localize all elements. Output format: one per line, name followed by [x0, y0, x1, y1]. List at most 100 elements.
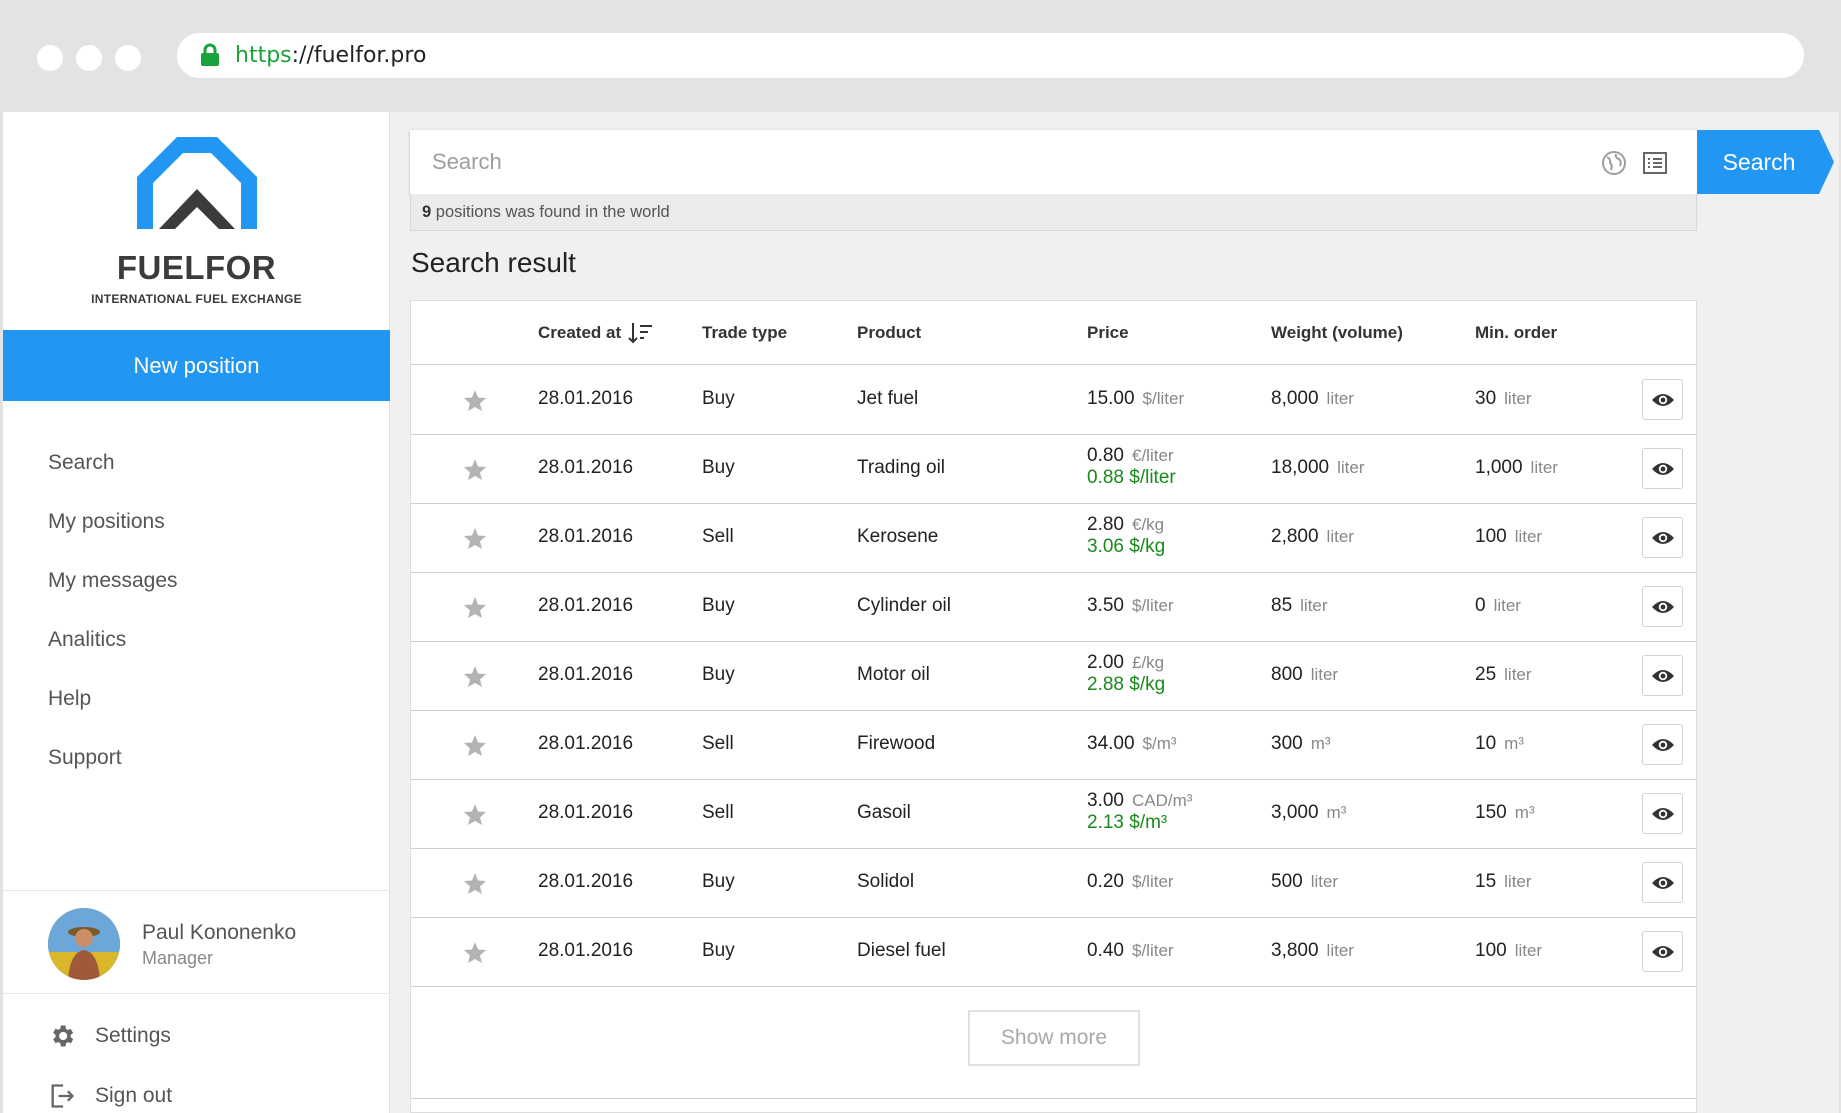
eye-icon — [1652, 946, 1674, 958]
table-row: 28.01.2016 Buy Cylinder oil 3.50 $/liter 85 li… — [411, 573, 1696, 642]
weight-unit: liter — [1326, 527, 1354, 546]
cell-product: Motor oil — [857, 664, 930, 685]
col-created-at[interactable]: Created at — [538, 323, 621, 343]
price-value: 15.00 — [1087, 388, 1135, 409]
weight-unit: liter — [1326, 389, 1354, 408]
sidebar-item-support[interactable]: Support — [3, 728, 390, 787]
price-unit: $/liter — [1131, 596, 1174, 615]
min-order-value: 10 — [1475, 733, 1497, 754]
min-order-unit: liter — [1493, 596, 1521, 615]
weight-value: 500 — [1271, 871, 1303, 892]
weight-value: 18,000 — [1271, 457, 1330, 478]
star-icon[interactable] — [463, 527, 487, 550]
min-order-unit: liter — [1504, 389, 1532, 408]
min-order-unit: liter — [1530, 458, 1558, 477]
sidebar-item-my-messages[interactable]: My messages — [3, 551, 390, 610]
user-profile[interactable]: Paul Kononenko Manager — [3, 890, 390, 994]
view-button[interactable] — [1642, 862, 1683, 903]
min-order-value: 100 — [1475, 940, 1507, 961]
eye-icon — [1652, 601, 1674, 613]
table-row: 28.01.2016 Buy Trading oil 0.80 €/liter 0.88 … — [411, 435, 1696, 504]
price-unit: €/liter — [1131, 446, 1174, 465]
cell-weight: 300 m³ — [1271, 733, 1331, 755]
star-icon[interactable] — [463, 872, 487, 895]
converted-price: 2.13 $/m³ — [1087, 812, 1168, 833]
search-input[interactable] — [432, 144, 1582, 180]
price-value: 34.00 — [1087, 733, 1135, 754]
price-unit: $/m³ — [1142, 734, 1177, 753]
star-icon[interactable] — [463, 803, 487, 826]
sign-out-link[interactable]: Sign out — [48, 1078, 348, 1113]
view-button[interactable] — [1642, 931, 1683, 972]
sort-descending-icon[interactable] — [627, 321, 653, 345]
cell-price: 2.80 €/kg 3.06 $/kg — [1087, 514, 1165, 558]
view-button[interactable] — [1642, 517, 1683, 558]
sidebar-item-help[interactable]: Help — [3, 669, 390, 728]
star-icon[interactable] — [463, 734, 487, 757]
cell-weight: 3,800 liter — [1271, 940, 1354, 962]
price-value: 2.00 — [1087, 652, 1124, 673]
star-icon[interactable] — [463, 458, 487, 481]
eye-icon — [1652, 877, 1674, 889]
sidebar-item-analitics[interactable]: Analitics — [3, 610, 390, 669]
results-table: Created at Trade type Product Price Weig… — [410, 300, 1697, 1113]
col-product[interactable]: Product — [857, 323, 921, 343]
cell-trade-type: Buy — [702, 664, 735, 685]
window-dot-2 — [76, 45, 102, 71]
star-icon[interactable] — [463, 389, 487, 412]
view-button[interactable] — [1642, 724, 1683, 765]
col-weight[interactable]: Weight (volume) — [1271, 323, 1403, 343]
col-min-order[interactable]: Min. order — [1475, 323, 1557, 343]
browser-chrome: https://fuelfor.pro — [0, 0, 1841, 112]
cell-min-order: 1,000 liter — [1475, 457, 1558, 479]
search-button[interactable]: Search — [1697, 130, 1834, 194]
address-bar[interactable]: https://fuelfor.pro — [177, 33, 1804, 78]
cell-min-order: 150 m³ — [1475, 802, 1535, 824]
col-price[interactable]: Price — [1087, 323, 1129, 343]
logo[interactable]: FUELFOR INTERNATIONAL FUEL EXCHANGE — [3, 137, 390, 306]
sidebar-item-search[interactable]: Search — [3, 433, 390, 492]
price-value: 0.80 — [1087, 445, 1124, 466]
cell-date: 28.01.2016 — [538, 526, 634, 547]
avatar[interactable] — [48, 908, 120, 980]
view-button[interactable] — [1642, 586, 1683, 627]
min-order-value: 150 — [1475, 802, 1507, 823]
list-view-icon[interactable] — [1642, 150, 1668, 176]
new-position-button[interactable]: New position — [3, 330, 390, 401]
star-icon[interactable] — [463, 596, 487, 619]
search-button-label: Search — [1722, 149, 1796, 175]
eye-icon — [1652, 532, 1674, 544]
table-row: 28.01.2016 Buy Solidol 0.20 $/liter 500 liter 1… — [411, 849, 1696, 918]
cell-weight: 85 liter — [1271, 595, 1328, 617]
table-header: Created at Trade type Product Price Weig… — [411, 301, 1696, 365]
converted-price: 0.88 $/liter — [1087, 467, 1176, 488]
price-unit: CAD/m³ — [1131, 791, 1193, 810]
price-value: 2.80 — [1087, 514, 1124, 535]
cell-trade-type: Buy — [702, 871, 735, 892]
cell-date: 28.01.2016 — [538, 733, 634, 754]
cell-min-order: 100 liter — [1475, 940, 1542, 962]
show-more-button[interactable]: Show more — [968, 1010, 1140, 1066]
view-button[interactable] — [1642, 448, 1683, 489]
cell-product: Cylinder oil — [857, 595, 951, 616]
star-icon[interactable] — [463, 941, 487, 964]
cell-product: Firewood — [857, 733, 936, 754]
star-icon[interactable] — [463, 665, 487, 688]
cell-trade-type: Buy — [702, 457, 735, 478]
settings-link[interactable]: Settings — [48, 1018, 348, 1054]
view-button[interactable] — [1642, 655, 1683, 696]
globe-icon[interactable] — [1601, 150, 1627, 176]
sign-out-label: Sign out — [95, 1084, 173, 1107]
col-trade-type[interactable]: Trade type — [702, 323, 787, 343]
view-button[interactable] — [1642, 793, 1683, 834]
view-button[interactable] — [1642, 379, 1683, 420]
cell-date: 28.01.2016 — [538, 388, 634, 409]
cell-min-order: 25 liter — [1475, 664, 1532, 686]
sidebar-item-my-positions[interactable]: My positions — [3, 492, 390, 551]
cell-min-order: 30 liter — [1475, 388, 1532, 410]
cell-weight: 500 liter — [1271, 871, 1338, 893]
cell-product: Diesel fuel — [857, 940, 946, 961]
cell-date: 28.01.2016 — [538, 940, 634, 961]
cell-trade-type: Sell — [702, 733, 734, 754]
user-name: Paul Kononenko — [142, 921, 297, 944]
